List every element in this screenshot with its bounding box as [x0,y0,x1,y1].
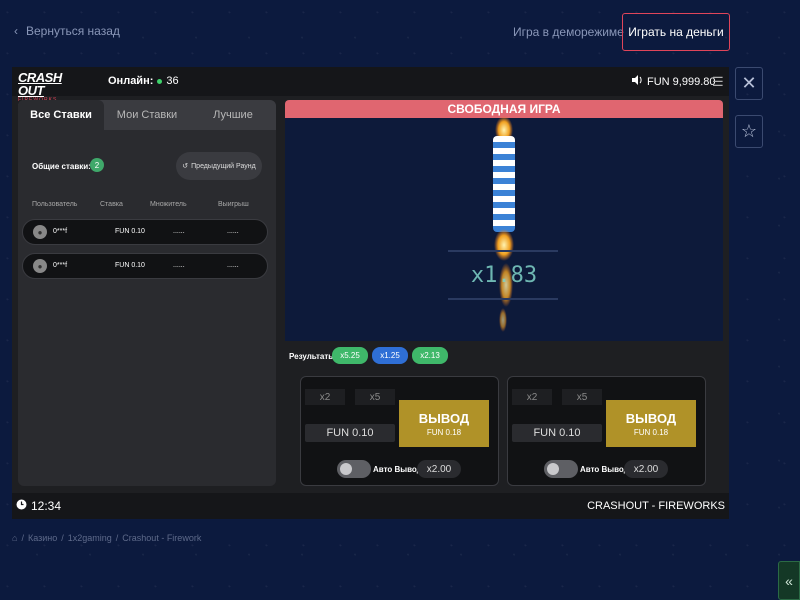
table-row: ● 0***f FUN 0.10 ...... ...... [22,219,268,245]
speaker-icon[interactable] [632,75,643,88]
auto-cashout-toggle[interactable] [337,460,371,478]
cashout-button[interactable]: ВЫВОД FUN 0.18 [399,400,489,447]
favorite-button[interactable]: ☆ [735,115,763,148]
bets-panel: Все Ставки Мои Ставки Лучшие Общие ставк… [18,100,276,486]
tab-top-bets[interactable]: Лучшие [190,100,276,130]
close-icon: ✕ [741,73,757,93]
cashout-button[interactable]: ВЫВОД FUN 0.18 [606,400,696,447]
breadcrumb: ⌂ / Казино / 1x2gaming / Crashout - Fire… [12,533,202,543]
tab-my-bets[interactable]: Мои Ставки [104,100,190,130]
column-header-user: Пользователь [32,201,78,208]
balance: FUN 9,999.80 [632,75,715,88]
rocket-animation [448,116,558,332]
bet-amount-input[interactable]: FUN 0.10 [305,424,395,442]
total-bets-count: 2 [90,158,104,172]
online-dot-icon [157,78,163,84]
breadcrumb-item[interactable]: Казино [28,533,57,543]
auto-cashout-toggle[interactable] [544,460,578,478]
bet-box-1: x2 x5 FUN 0.10 ВЫВОД FUN 0.18 Авто Вывод… [300,376,499,486]
game-stage: СВОБОДНАЯ ИГРА x1.83 [285,100,723,341]
breadcrumb-item[interactable]: 1x2gaming [68,533,112,543]
auto-cashout-label: Авто Вывод [373,465,422,474]
home-icon[interactable]: ⌂ [12,533,17,543]
demo-mode-link[interactable]: Игра в деморежиме [513,25,624,39]
game-name: CRASHOUT - FIREWORKS [587,500,725,512]
game-frame: CRASH OUT FIREWORKS Онлайн: 36 FUN 9,999… [12,67,729,519]
breadcrumb-item: Crashout - Firework [122,533,202,543]
top-bar: ‹ Вернуться назад Игра в деморежиме Игра… [0,0,800,64]
game-logo: CRASH OUT FIREWORKS [18,70,62,103]
current-multiplier: x1.83 [470,263,538,288]
bet-amount-input[interactable]: FUN 0.10 [512,424,602,442]
back-label: Вернуться назад [26,24,120,38]
avatar: ● [33,259,47,273]
menu-icon[interactable]: ☰ [712,74,724,90]
online-counter: Онлайн: 36 [108,75,179,87]
auto-cashout-multiplier-input[interactable]: x2.00 [624,460,668,478]
result-chip[interactable]: x5.25 [332,347,368,364]
game-header: CRASH OUT FIREWORKS Онлайн: 36 FUN 9,999… [12,67,729,103]
column-header-bet: Ставка [100,201,123,208]
quick-x2-button[interactable]: x2 [305,389,345,405]
history-icon: ↺ [182,163,189,170]
back-link[interactable]: ‹ Вернуться назад [14,24,120,38]
previous-round-button[interactable]: ↺ Предыдущий Раунд [176,152,262,180]
table-row: ● 0***f FUN 0.10 ...... ...... [22,253,268,279]
play-for-money-button[interactable]: Играть на деньги [622,13,730,51]
quick-x5-button[interactable]: x5 [355,389,395,405]
tab-all-bets[interactable]: Все Ставки [18,100,104,130]
star-icon: ☆ [740,121,758,141]
avatar: ● [33,225,47,239]
chevron-left-icon: ‹ [14,24,18,38]
result-chip[interactable]: x2.13 [412,347,448,364]
auto-cashout-multiplier-input[interactable]: x2.00 [417,460,461,478]
quick-x2-button[interactable]: x2 [512,389,552,405]
total-bets-label: Общие ставки: [32,162,91,171]
result-chip[interactable]: x1.25 [372,347,408,364]
collapse-button[interactable]: « [778,561,800,600]
clock-icon [16,499,27,513]
column-header-multiplier: Множитель [150,201,187,208]
bet-box-2: x2 x5 FUN 0.10 ВЫВОД FUN 0.18 Авто Вывод… [507,376,706,486]
results-label: Результаты: [289,352,338,361]
results-bar: Результаты: x5.25 x1.25 x2.13 [285,342,723,369]
close-button[interactable]: ✕ [735,67,763,100]
double-chevron-left-icon: « [785,572,793,589]
bets-tabs: Все Ставки Мои Ставки Лучшие [18,100,276,130]
auto-cashout-label: Авто Вывод [580,465,629,474]
quick-x5-button[interactable]: x5 [562,389,602,405]
game-footer: 12:34 CRASHOUT - FIREWORKS [12,493,729,519]
clock: 12:34 [16,499,61,513]
column-header-win: Выигрыш [218,201,249,208]
